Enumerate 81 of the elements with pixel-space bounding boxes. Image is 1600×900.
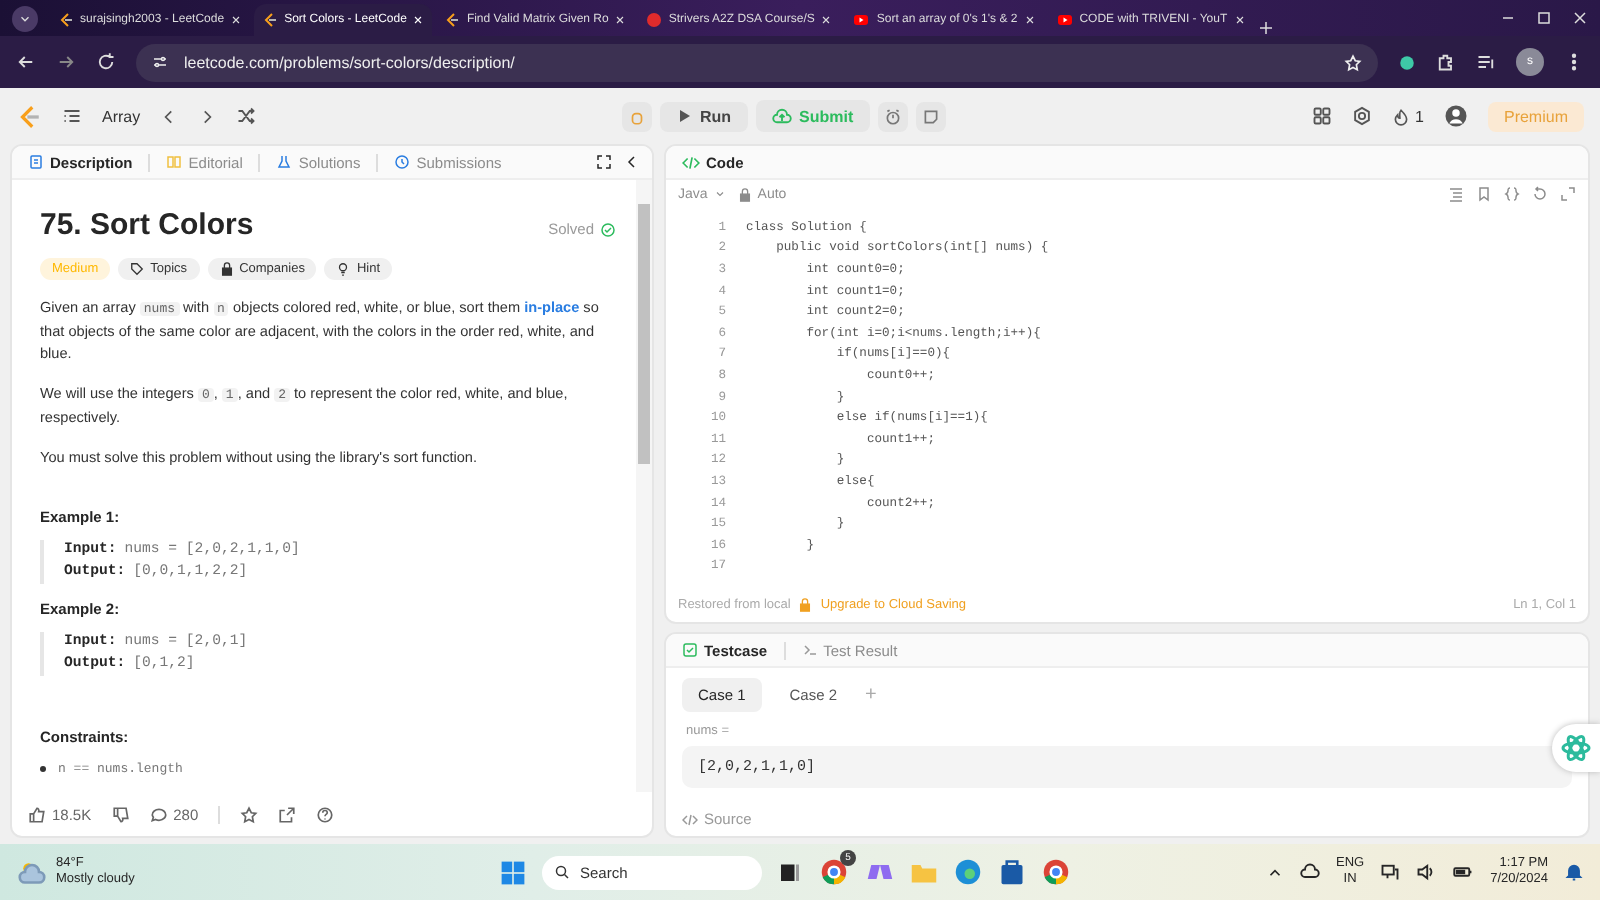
close-icon[interactable]	[614, 14, 627, 26]
lock-icon	[737, 187, 752, 201]
braces-icon[interactable]	[1504, 186, 1520, 202]
notes-button[interactable]	[915, 101, 946, 131]
cloud-sun-icon	[16, 858, 48, 886]
reload-icon[interactable]	[96, 52, 116, 72]
alarm-button[interactable]	[877, 101, 908, 131]
flower-icon	[1560, 732, 1592, 764]
problem-title: 75. Sort Colors	[40, 208, 254, 242]
maximize-icon[interactable]	[1536, 10, 1552, 26]
close-icon[interactable]	[1572, 10, 1588, 26]
scrollbar[interactable]	[636, 180, 652, 792]
flask-icon	[276, 154, 293, 170]
grid-icon[interactable]	[1311, 106, 1332, 126]
chevron-down-icon	[18, 12, 32, 26]
media-list-icon[interactable]	[1476, 52, 1496, 72]
list-icon[interactable]	[62, 106, 82, 126]
video-play-icon	[1055, 12, 1074, 28]
leetcode-logo-icon	[262, 12, 279, 28]
speaker-icon[interactable]	[1416, 862, 1437, 882]
thumbs-down-icon[interactable]	[111, 805, 130, 823]
task-view-icon[interactable]	[778, 860, 802, 884]
network-icon[interactable]	[1380, 862, 1401, 882]
run-button[interactable]: Run	[659, 101, 748, 131]
streak-count: 1	[1415, 107, 1424, 125]
close-icon[interactable]	[1233, 14, 1246, 26]
site-settings-icon	[152, 54, 168, 70]
play-icon	[675, 108, 692, 124]
alarm-clock-icon	[883, 107, 902, 125]
puzzle-icon[interactable]	[1436, 52, 1456, 72]
lock-icon	[219, 262, 234, 276]
history-icon	[394, 154, 411, 170]
back-arrow-icon[interactable]	[16, 52, 36, 72]
shuffle-icon[interactable]	[236, 106, 257, 126]
check-circle-icon	[600, 221, 616, 237]
close-icon[interactable]	[230, 14, 243, 26]
checkbox-icon	[682, 642, 698, 658]
tab-search-button[interactable]	[12, 6, 38, 32]
bug-icon	[627, 107, 646, 125]
battery-icon[interactable]	[1452, 862, 1475, 882]
bell-icon[interactable]	[1564, 862, 1584, 882]
leetcode-logo-icon	[58, 12, 74, 28]
comment-icon	[149, 805, 168, 823]
note-icon	[921, 107, 940, 125]
chevron-left-icon[interactable]	[624, 154, 640, 170]
cloud-upload-icon	[771, 106, 792, 126]
forward-arrow-icon[interactable]	[56, 52, 76, 72]
chevron-down-icon	[713, 188, 726, 200]
chrome-icon[interactable]	[1042, 858, 1070, 886]
code-icon	[682, 811, 698, 827]
windows-start-icon[interactable]	[500, 859, 526, 885]
video-play-icon	[852, 12, 871, 28]
tag-icon	[130, 262, 145, 276]
plus-icon[interactable]	[1257, 20, 1274, 36]
address-bar[interactable]: leetcode.com/problems/sort-colors/description/	[136, 43, 1378, 81]
code-icon	[682, 153, 700, 171]
bookmark-icon[interactable]	[1476, 186, 1492, 202]
extension-dot-icon[interactable]	[1398, 53, 1416, 71]
problem-list-link[interactable]: Array	[102, 107, 141, 125]
user-avatar-icon[interactable]	[1443, 104, 1468, 128]
close-icon[interactable]	[820, 14, 833, 26]
circle-logo-icon	[646, 12, 663, 28]
expand-icon[interactable]	[596, 154, 612, 170]
book-icon	[166, 154, 183, 170]
reset-icon[interactable]	[1532, 186, 1548, 202]
chrome-icon	[820, 858, 848, 886]
document-icon	[28, 154, 44, 170]
lightbulb-icon	[336, 262, 351, 276]
settings-icon[interactable]	[1351, 106, 1372, 126]
thumbs-up-icon	[28, 805, 46, 823]
star-icon[interactable]	[240, 805, 259, 823]
terminal-icon	[801, 642, 818, 658]
cloud-icon[interactable]	[1299, 862, 1320, 882]
search-icon	[554, 864, 570, 880]
close-icon[interactable]	[1023, 14, 1036, 26]
leetcode-logo-icon	[444, 12, 461, 28]
share-icon[interactable]	[278, 805, 297, 823]
streak-counter[interactable]: 1	[1391, 107, 1424, 125]
lock-icon	[798, 597, 813, 611]
help-icon[interactable]	[316, 805, 335, 823]
flame-icon	[1391, 107, 1410, 125]
